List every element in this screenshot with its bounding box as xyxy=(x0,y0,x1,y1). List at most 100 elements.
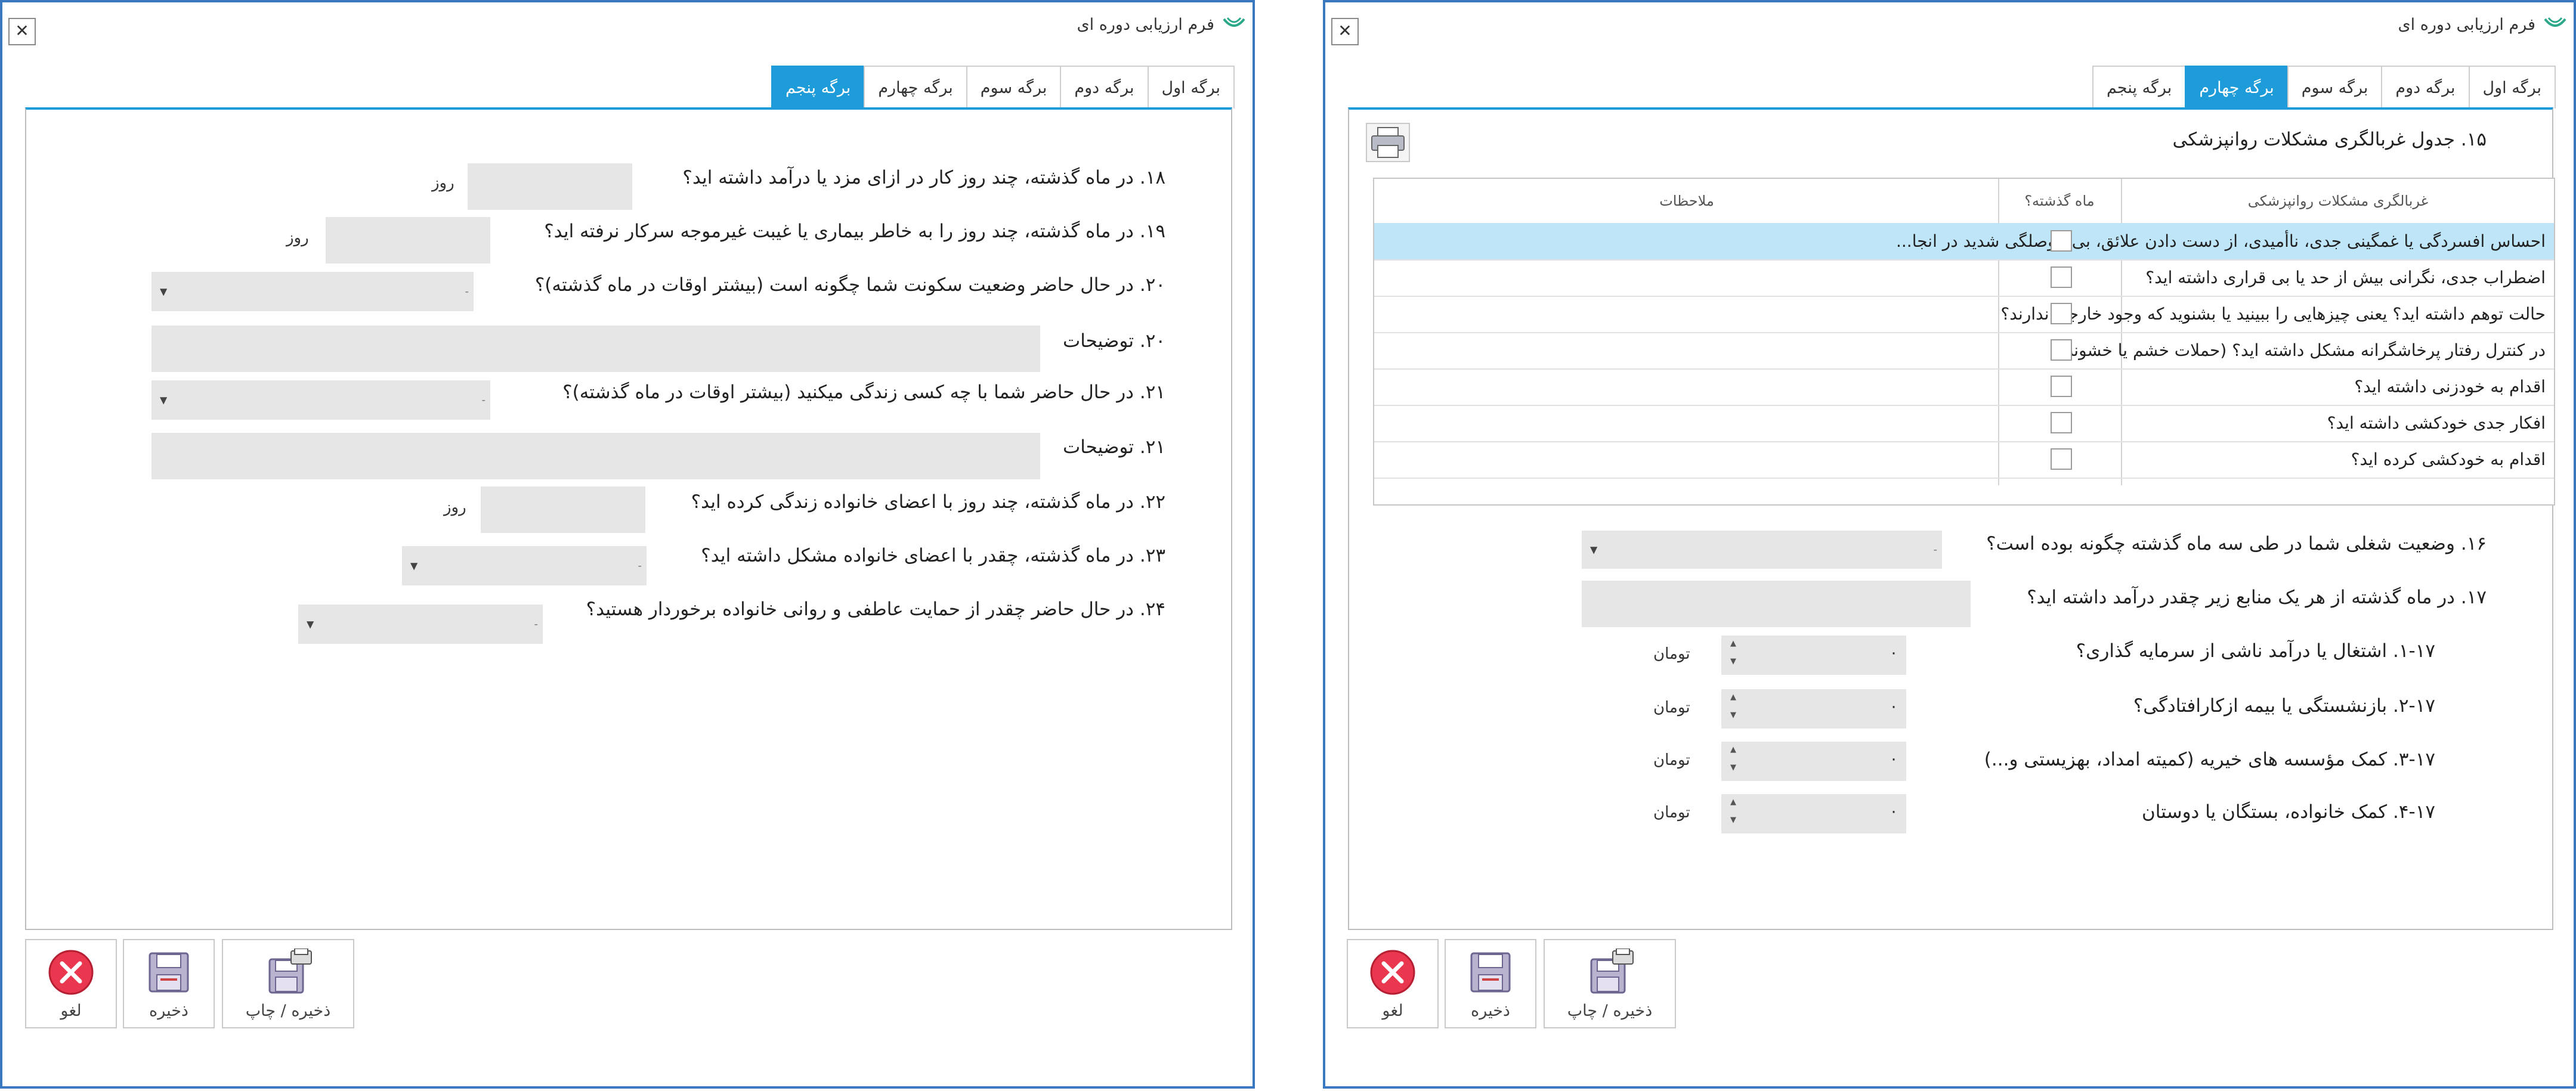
currency-unit: تومان xyxy=(1653,699,1690,717)
last-month-checkbox[interactable] xyxy=(2051,303,2072,324)
table-row[interactable]: اقدام به خودزنی داشته اید؟ xyxy=(1374,368,2554,406)
question-22-label: ۲۲. در ماه گذشته، چند روز با اعضای خانوا… xyxy=(691,491,1165,513)
question-17-4-amount-input[interactable]: ۰ ▲ ▼ xyxy=(1721,794,1906,833)
cancel-button-label: لغو xyxy=(60,1002,82,1020)
question-17-1-label: ۱-۱۷. اشتغال یا درآمد ناشی از سرمایه گذا… xyxy=(2076,640,2435,662)
question-17-input[interactable] xyxy=(1582,581,1971,627)
last-month-checkbox[interactable] xyxy=(2051,266,2072,288)
question-23-label: ۲۳. در ماه گذشته، چقدر با اعضای خانواده … xyxy=(701,545,1165,566)
title-bar: ✕ فرم ارزیابی دوره ای xyxy=(2,2,1253,56)
spinner-up-icon[interactable]: ▲ xyxy=(1724,639,1743,649)
tab-strip: برگه اول برگه دوم برگه سوم برگه چهارم بر… xyxy=(771,66,1235,109)
question-17-3-label: ۳-۱۷. کمک مؤسسه های خیریه (کمیته امداد، … xyxy=(1984,749,2435,770)
spinner-down-icon[interactable]: ▼ xyxy=(1724,763,1743,773)
tab-sheet-3[interactable]: برگه سوم xyxy=(966,66,1062,109)
amount-value: ۰ xyxy=(1890,698,1898,715)
chevron-down-icon: ▼ xyxy=(160,394,168,406)
table-row[interactable]: حالت توهم داشته اید؟ یعنی چیزهایی را ببی… xyxy=(1374,296,2554,333)
question-21-desc-label: ۲۱. توضیحات xyxy=(1063,436,1165,458)
table-row[interactable]: در کنترل رفتار پرخاشگرانه مشکل داشته اید… xyxy=(1374,332,2554,370)
screening-item-text: اقدام به خودزنی داشته اید؟ xyxy=(2354,377,2546,396)
currency-unit: تومان xyxy=(1653,804,1690,822)
tab-sheet-1[interactable]: برگه اول xyxy=(2468,66,2556,109)
spinner-down-icon[interactable]: ▼ xyxy=(1724,657,1743,667)
column-header-notes: ملاحظات xyxy=(1659,193,1714,209)
question-17-2-amount-input[interactable]: ۰ ▲ ▼ xyxy=(1721,689,1906,729)
close-button[interactable]: ✕ xyxy=(8,18,36,45)
chevron-down-icon: ▼ xyxy=(307,618,314,630)
screening-item-text: حالت توهم داشته اید؟ یعنی چیزهایی را ببی… xyxy=(2000,304,2546,324)
question-21-dropdown[interactable]: ▼ - xyxy=(151,380,490,420)
last-month-checkbox[interactable] xyxy=(2051,376,2072,397)
window-title: فرم ارزیابی دوره ای xyxy=(2398,16,2536,34)
question-21-label: ۲۱. در حال حاضر شما با چه کسی زندگی میکن… xyxy=(562,382,1165,403)
app-logo-icon xyxy=(1223,17,1245,27)
tab-sheet-2[interactable]: برگه دوم xyxy=(1060,66,1149,109)
question-22-unit: روز xyxy=(444,498,466,516)
screening-item-text: افکار جدی خودکشی داشته اید؟ xyxy=(2327,413,2546,433)
table-row[interactable]: احساس افسردگی یا غمگینی جدی، ناأمیدی، از… xyxy=(1374,223,2554,261)
question-24-dropdown[interactable]: ▼ - xyxy=(298,605,543,644)
tab-panel-sheet-5: ۱۸. در ماه گذشته، چند روز کار در ازای مز… xyxy=(25,107,1232,930)
save-button-label: ذخیره xyxy=(1471,1002,1510,1020)
spinner-up-icon[interactable]: ▲ xyxy=(1724,798,1743,807)
save-print-button[interactable]: ذخیره / چاپ xyxy=(222,939,354,1028)
dropdown-separator: - xyxy=(465,285,469,298)
window-title: فرم ارزیابی دوره ای xyxy=(1077,16,1215,34)
question-16-label: ۱۶. وضعیت شغلی شما در طی سه ماه گذشته چگ… xyxy=(1986,533,2487,554)
table-row[interactable]: اقدام به خودکشی کرده اید؟ xyxy=(1374,441,2554,479)
screening-item-text: در کنترل رفتار پرخاشگرانه مشکل داشته اید… xyxy=(2051,340,2546,360)
tab-sheet-5[interactable]: برگه پنجم xyxy=(771,66,865,109)
question-20-desc-input[interactable] xyxy=(151,326,1040,372)
question-17-1-amount-input[interactable]: ۰ ▲ ▼ xyxy=(1721,636,1906,675)
cancel-button[interactable]: لغو xyxy=(1347,939,1439,1028)
floppy-disk-icon xyxy=(149,952,189,993)
last-month-checkbox[interactable] xyxy=(2051,230,2072,252)
tab-sheet-3[interactable]: برگه سوم xyxy=(2287,66,2383,109)
question-20-dropdown[interactable]: ▼ - xyxy=(151,272,474,311)
question-21-desc-input[interactable] xyxy=(151,433,1040,479)
spinner-up-icon[interactable]: ▲ xyxy=(1724,693,1743,702)
last-month-checkbox[interactable] xyxy=(2051,448,2072,470)
currency-unit: تومان xyxy=(1653,751,1690,769)
last-month-checkbox[interactable] xyxy=(2051,339,2072,361)
question-23-dropdown[interactable]: ▼ - xyxy=(402,546,647,585)
question-16-dropdown[interactable]: ▼ - xyxy=(1582,531,1942,569)
tab-panel-sheet-4: ۱۵. جدول غربالگری مشکلات روانپزشکی غربال… xyxy=(1348,107,2555,930)
save-button-label: ذخیره xyxy=(149,1002,188,1020)
question-19-label: ۱۹. در ماه گذشته، چند روز را به خاطر بیم… xyxy=(544,221,1165,242)
tab-sheet-4[interactable]: برگه چهارم xyxy=(864,66,967,109)
save-print-button[interactable]: ذخیره / چاپ xyxy=(1544,939,1676,1028)
close-button[interactable]: ✕ xyxy=(1331,18,1359,45)
tab-sheet-2[interactable]: برگه دوم xyxy=(2381,66,2470,109)
spinner-down-icon[interactable]: ▼ xyxy=(1724,816,1743,825)
question-22-days-input[interactable] xyxy=(481,486,645,533)
tab-sheet-5[interactable]: برگه پنجم xyxy=(2092,66,2187,109)
last-month-checkbox[interactable] xyxy=(2051,412,2072,433)
question-18-label: ۱۸. در ماه گذشته، چند روز کار در ازای مز… xyxy=(682,167,1165,188)
dropdown-separator: - xyxy=(481,393,486,407)
question-17-4-label: ۴-۱۷. کمک خانواده، بستگان یا دوستان xyxy=(2142,801,2435,823)
cancel-button[interactable]: لغو xyxy=(25,939,117,1028)
dropdown-separator: - xyxy=(638,559,642,572)
tab-sheet-4[interactable]: برگه چهارم xyxy=(2185,66,2289,109)
amount-value: ۰ xyxy=(1890,802,1898,820)
cancel-button-label: لغو xyxy=(1382,1002,1403,1020)
dropdown-separator: - xyxy=(1933,543,1938,556)
table-row[interactable]: افکار جدی خودکشی داشته اید؟ xyxy=(1374,405,2554,442)
question-19-days-input[interactable] xyxy=(326,217,490,264)
question-17-3-amount-input[interactable]: ۰ ▲ ▼ xyxy=(1721,742,1906,781)
psychiatric-screening-table: غربالگری مشکلات روانپزشکی ماه گذشته؟ ملا… xyxy=(1373,178,2555,506)
chevron-down-icon: ▼ xyxy=(160,286,168,297)
table-row[interactable]: اضطراب جدی، نگرانی بیش از حد یا بی قراری… xyxy=(1374,259,2554,297)
tab-sheet-1[interactable]: برگه اول xyxy=(1147,66,1235,109)
app-logo-icon xyxy=(2544,17,2566,27)
save-button[interactable]: ذخیره xyxy=(1445,939,1536,1028)
print-table-button[interactable] xyxy=(1366,123,1410,162)
question-18-days-input[interactable] xyxy=(468,163,632,210)
spinner-down-icon[interactable]: ▼ xyxy=(1724,711,1743,720)
cancel-icon xyxy=(1370,950,1415,995)
spinner-up-icon[interactable]: ▲ xyxy=(1724,745,1743,755)
save-button[interactable]: ذخیره xyxy=(123,939,215,1028)
screening-item-text: احساس افسردگی یا غمگینی جدی، ناأمیدی، از… xyxy=(1896,231,2546,251)
